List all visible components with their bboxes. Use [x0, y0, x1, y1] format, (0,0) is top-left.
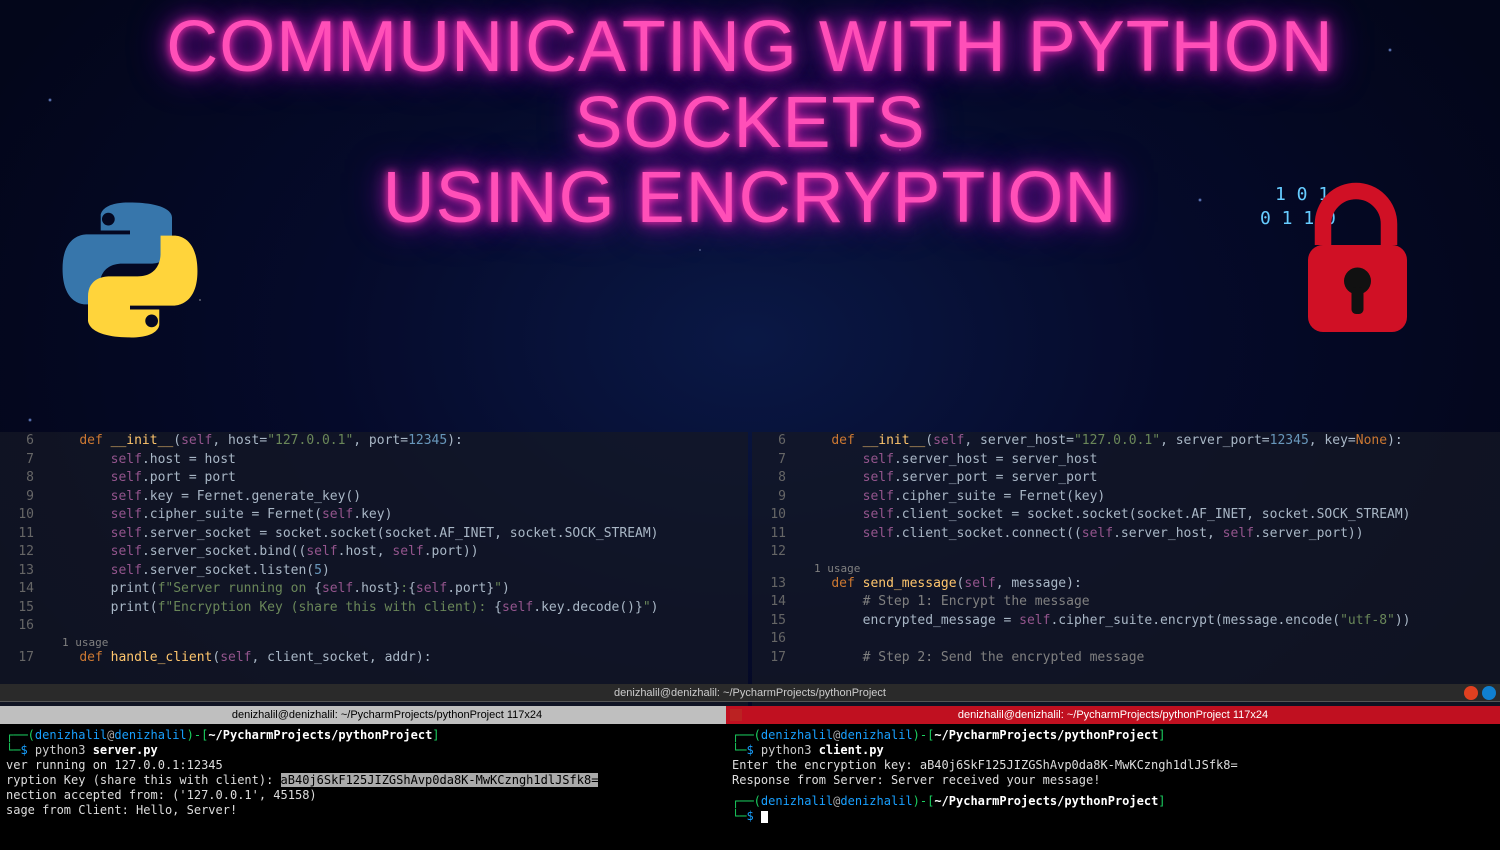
- code-line[interactable]: 10 self.client_socket = socket.socket(so…: [752, 506, 1500, 525]
- code-line[interactable]: 10 self.cipher_suite = Fernet(self.key): [0, 506, 748, 525]
- line-number: 14: [752, 593, 800, 612]
- terminal-tab-title: denizhalil@denizhalil: ~/PycharmProjects…: [614, 687, 886, 699]
- code-text: print(f"Encryption Key (share this with …: [48, 599, 659, 618]
- code-line[interactable]: 9 self.key = Fernet.generate_key(): [0, 488, 748, 507]
- usage-hint: 1 usage: [752, 562, 1500, 575]
- code-line[interactable]: 16: [0, 617, 748, 636]
- command-line: └─$ python3 server.py: [6, 743, 766, 758]
- line-number: 10: [752, 506, 800, 525]
- command-line[interactable]: └─$: [732, 809, 1494, 824]
- code-line[interactable]: 13 self.server_socket.listen(5): [0, 562, 748, 581]
- code-line[interactable]: 8 self.server_port = server_port: [752, 469, 1500, 488]
- active-tab-indicator: [730, 709, 742, 721]
- output-line: nection accepted from: ('127.0.0.1', 451…: [6, 788, 766, 803]
- line-number: 8: [752, 469, 800, 488]
- output-line: ver running on 127.0.0.1:12345: [6, 758, 766, 773]
- maximize-icon[interactable]: [1482, 686, 1496, 700]
- line-number: 16: [752, 630, 800, 649]
- code-text: self.key = Fernet.generate_key(): [48, 488, 361, 507]
- code-text: self.server_socket = socket.socket(socke…: [48, 525, 659, 544]
- line-number: 15: [0, 599, 48, 618]
- cursor-icon: [761, 811, 768, 823]
- output-line: sage from Client: Hello, Server!: [6, 803, 766, 818]
- code-text: def send_message(self, message):: [800, 575, 1082, 594]
- code-line[interactable]: 6 def __init__(self, server_host="127.0.…: [752, 432, 1500, 451]
- line-number: 13: [0, 562, 48, 581]
- code-text: self.server_port = server_port: [800, 469, 1097, 488]
- line-number: 7: [752, 451, 800, 470]
- output-line: ryption Key (share this with client): aB…: [6, 773, 766, 788]
- terminal-left-title: denizhalil@denizhalil: ~/PycharmProjects…: [0, 706, 774, 724]
- line-number: 12: [0, 543, 48, 562]
- code-text: def __init__(self, server_host="127.0.0.…: [800, 432, 1403, 451]
- code-text: self.cipher_suite = Fernet(self.key): [48, 506, 392, 525]
- code-line[interactable]: 17 # Step 2: Send the encrypted message: [752, 649, 1500, 668]
- terminal-right-title: denizhalil@denizhalil: ~/PycharmProjects…: [726, 706, 1500, 724]
- code-text: def __init__(self, host="127.0.0.1", por…: [48, 432, 463, 451]
- code-text: print(f"Server running on {self.host}:{s…: [48, 580, 510, 599]
- line-number: 15: [752, 612, 800, 631]
- prompt-line: ┌──(denizhalil@denizhalil)-[~/PycharmPro…: [6, 728, 766, 743]
- code-text: self.client_socket.connect((self.server_…: [800, 525, 1364, 544]
- line-number: 16: [0, 617, 48, 636]
- code-text: # Step 2: Send the encrypted message: [800, 649, 1144, 668]
- line-number: 9: [0, 488, 48, 507]
- prompt-line: ┌──(denizhalil@denizhalil)-[~/PycharmPro…: [732, 794, 1494, 809]
- line-number: 8: [0, 469, 48, 488]
- code-text: self.client_socket = socket.socket(socke…: [800, 506, 1411, 525]
- line-number: 7: [0, 451, 48, 470]
- terminal-right[interactable]: ┌──(denizhalil@denizhalil)-[~/PycharmPro…: [726, 724, 1500, 850]
- line-number: 17: [752, 649, 800, 668]
- code-text: self.server_socket.listen(5): [48, 562, 330, 581]
- code-text: self.server_host = server_host: [800, 451, 1097, 470]
- code-line[interactable]: 11 self.server_socket = socket.socket(so…: [0, 525, 748, 544]
- usage-hint: 1 usage: [0, 636, 748, 649]
- code-line[interactable]: 13 def send_message(self, message):: [752, 575, 1500, 594]
- code-line[interactable]: 8 self.port = port: [0, 469, 748, 488]
- command-line: └─$ python3 client.py: [732, 743, 1494, 758]
- line-number: 12: [752, 543, 800, 562]
- code-line[interactable]: 7 self.host = host: [0, 451, 748, 470]
- code-text: encrypted_message = self.cipher_suite.en…: [800, 612, 1411, 631]
- output-line: Response from Server: Server received yo…: [732, 773, 1494, 788]
- terminal-tab-bar[interactable]: denizhalil@denizhalil: ~/PycharmProjects…: [0, 684, 1500, 702]
- line-number: 10: [0, 506, 48, 525]
- code-line[interactable]: 9 self.cipher_suite = Fernet(key): [752, 488, 1500, 507]
- terminal-left[interactable]: ┌──(denizhalil@denizhalil)-[~/PycharmPro…: [0, 724, 772, 850]
- code-text: self.server_socket.bind((self.host, self…: [48, 543, 479, 562]
- code-line[interactable]: 15 print(f"Encryption Key (share this wi…: [0, 599, 748, 618]
- line-number: 6: [752, 432, 800, 451]
- code-text: self.cipher_suite = Fernet(key): [800, 488, 1105, 507]
- line-number: 13: [752, 575, 800, 594]
- python-logo-icon: [60, 200, 200, 340]
- code-line[interactable]: 11 self.client_socket.connect((self.serv…: [752, 525, 1500, 544]
- code-text: # Step 1: Encrypt the message: [800, 593, 1090, 612]
- line-number: 14: [0, 580, 48, 599]
- code-line[interactable]: 16: [752, 630, 1500, 649]
- code-line[interactable]: 14 # Step 1: Encrypt the message: [752, 593, 1500, 612]
- line-number: 11: [0, 525, 48, 544]
- code-line[interactable]: 6 def __init__(self, host="127.0.0.1", p…: [0, 432, 748, 451]
- line-number: 6: [0, 432, 48, 451]
- code-text: self.port = port: [48, 469, 236, 488]
- output-line: Enter the encryption key: aB40j6SkF125JI…: [732, 758, 1494, 773]
- prompt-line: ┌──(denizhalil@denizhalil)-[~/PycharmPro…: [732, 728, 1494, 743]
- code-line[interactable]: 14 print(f"Server running on {self.host}…: [0, 580, 748, 599]
- code-line[interactable]: 17 def handle_client(self, client_socket…: [0, 649, 748, 668]
- code-line[interactable]: 12 self.server_socket.bind((self.host, s…: [0, 543, 748, 562]
- title-line-1: COMMUNICATING WITH PYTHON SOCKETS: [0, 10, 1500, 161]
- lock-icon: 1 0 1 0 0 1 1 0: [1260, 170, 1440, 350]
- code-text: self.host = host: [48, 451, 236, 470]
- line-number: 9: [752, 488, 800, 507]
- code-line[interactable]: 15 encrypted_message = self.cipher_suite…: [752, 612, 1500, 631]
- code-text: def handle_client(self, client_socket, a…: [48, 649, 432, 668]
- line-number: 11: [752, 525, 800, 544]
- code-line[interactable]: 7 self.server_host = server_host: [752, 451, 1500, 470]
- close-icon[interactable]: [1464, 686, 1478, 700]
- code-line[interactable]: 12: [752, 543, 1500, 562]
- line-number: 17: [0, 649, 48, 668]
